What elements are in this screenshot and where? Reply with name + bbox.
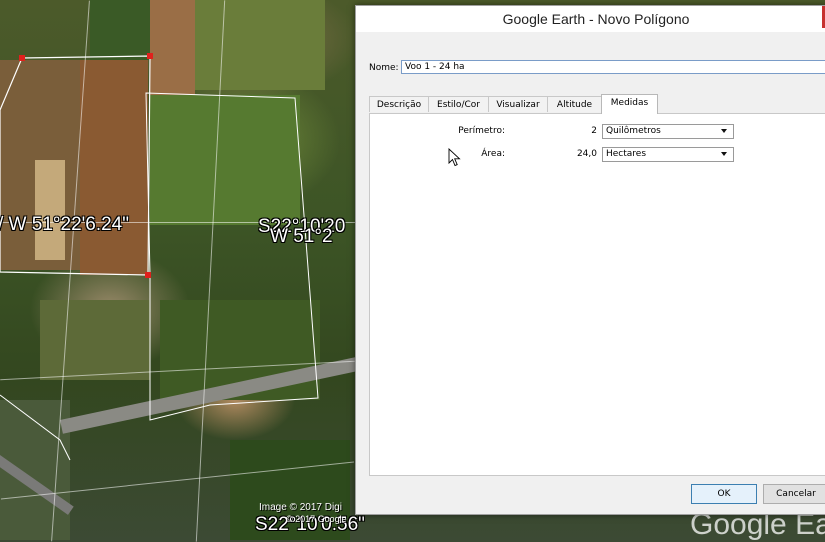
area-label: Área: [481, 149, 505, 159]
ok-button[interactable]: OK [691, 484, 757, 504]
tab-visualizar[interactable]: Visualizar [488, 96, 548, 112]
new-polygon-dialog: Google Earth - Novo Polígono Nome: Descr… [355, 5, 825, 515]
chevron-down-icon [721, 129, 727, 133]
longitude-label: W 51°2 [270, 226, 333, 247]
polygon-vertex [147, 53, 153, 59]
dialog-titlebar[interactable]: Google Earth - Novo Polígono [356, 6, 825, 32]
perimeter-unit-value: Quilômetros [606, 126, 661, 136]
polygon-overlay[interactable] [0, 0, 355, 542]
area-unit-select[interactable]: Hectares [602, 147, 734, 162]
perimeter-unit-select[interactable]: Quilômetros [602, 124, 734, 139]
dialog-title: Google Earth - Novo Polígono [502, 11, 690, 27]
cancel-button[interactable]: Cancelar [763, 484, 825, 504]
name-label: Nome: [369, 63, 399, 73]
polygon-outline-neighbor [0, 394, 71, 461]
measures-panel: Perímetro: 2 Quilômetros Área: 24,0 Hect… [369, 113, 825, 476]
chevron-down-icon [721, 152, 727, 156]
polygon-outline-neighbor [145, 92, 319, 421]
tab-medidas[interactable]: Medidas [601, 94, 658, 114]
polygon-vertex [19, 55, 25, 61]
tab-descricao[interactable]: Descrição [369, 96, 429, 112]
imagery-copyright: © 2017 Google [286, 514, 347, 524]
tab-estilo-cor[interactable]: Estilo/Cor [428, 96, 489, 112]
area-value: 24,0 [576, 149, 597, 159]
tab-altitude[interactable]: Altitude [547, 96, 602, 112]
polygon-vertex [145, 272, 151, 278]
name-field[interactable] [401, 60, 825, 74]
longitude-label: / W 51°22'6.24" [0, 214, 129, 235]
area-unit-value: Hectares [606, 149, 647, 159]
perimeter-value: 2 [591, 126, 597, 136]
polygon-outline [0, 55, 151, 276]
perimeter-label: Perímetro: [458, 126, 505, 136]
mouse-cursor-icon [448, 148, 461, 167]
imagery-credit: Image © 2017 Digi [259, 502, 342, 513]
